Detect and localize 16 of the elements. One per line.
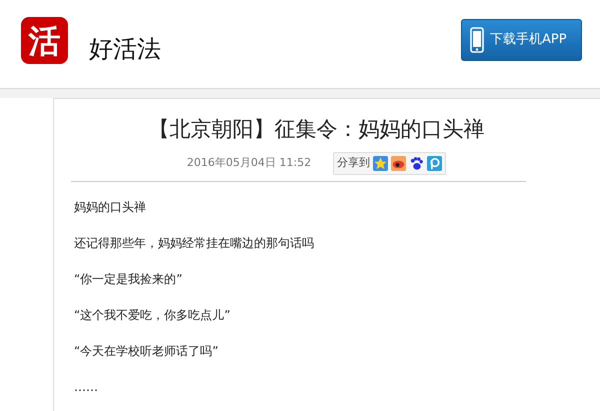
download-app-button[interactable]: 下载手机APP [461,19,582,61]
publish-date: 2016年05月04日 11:52 [186,155,312,172]
paw-icon[interactable] [409,156,424,171]
paragraph: 妈妈的口头禅 [74,198,147,215]
paragraph: “这个我不爱吃，你多吃点儿” [74,306,232,323]
eye-icon[interactable] [391,156,406,171]
paragraph: “你一定是我捡来的” [74,270,184,287]
paragraph: “今天在学校听老师话了吗” [74,342,220,359]
site-name: 好活法 [89,34,161,64]
paragraph: 还记得那些年，妈妈经常挂在嘴边的那句话吗 [74,234,315,251]
phone-icon [470,27,484,53]
star-icon[interactable] [373,156,388,171]
logo[interactable]: 活 [21,17,68,64]
share-label: 分享到 [337,155,370,172]
paragraph: …… [74,378,99,395]
article-title: 【北京朝阳】征集令：妈妈的口头禅 [148,117,486,142]
